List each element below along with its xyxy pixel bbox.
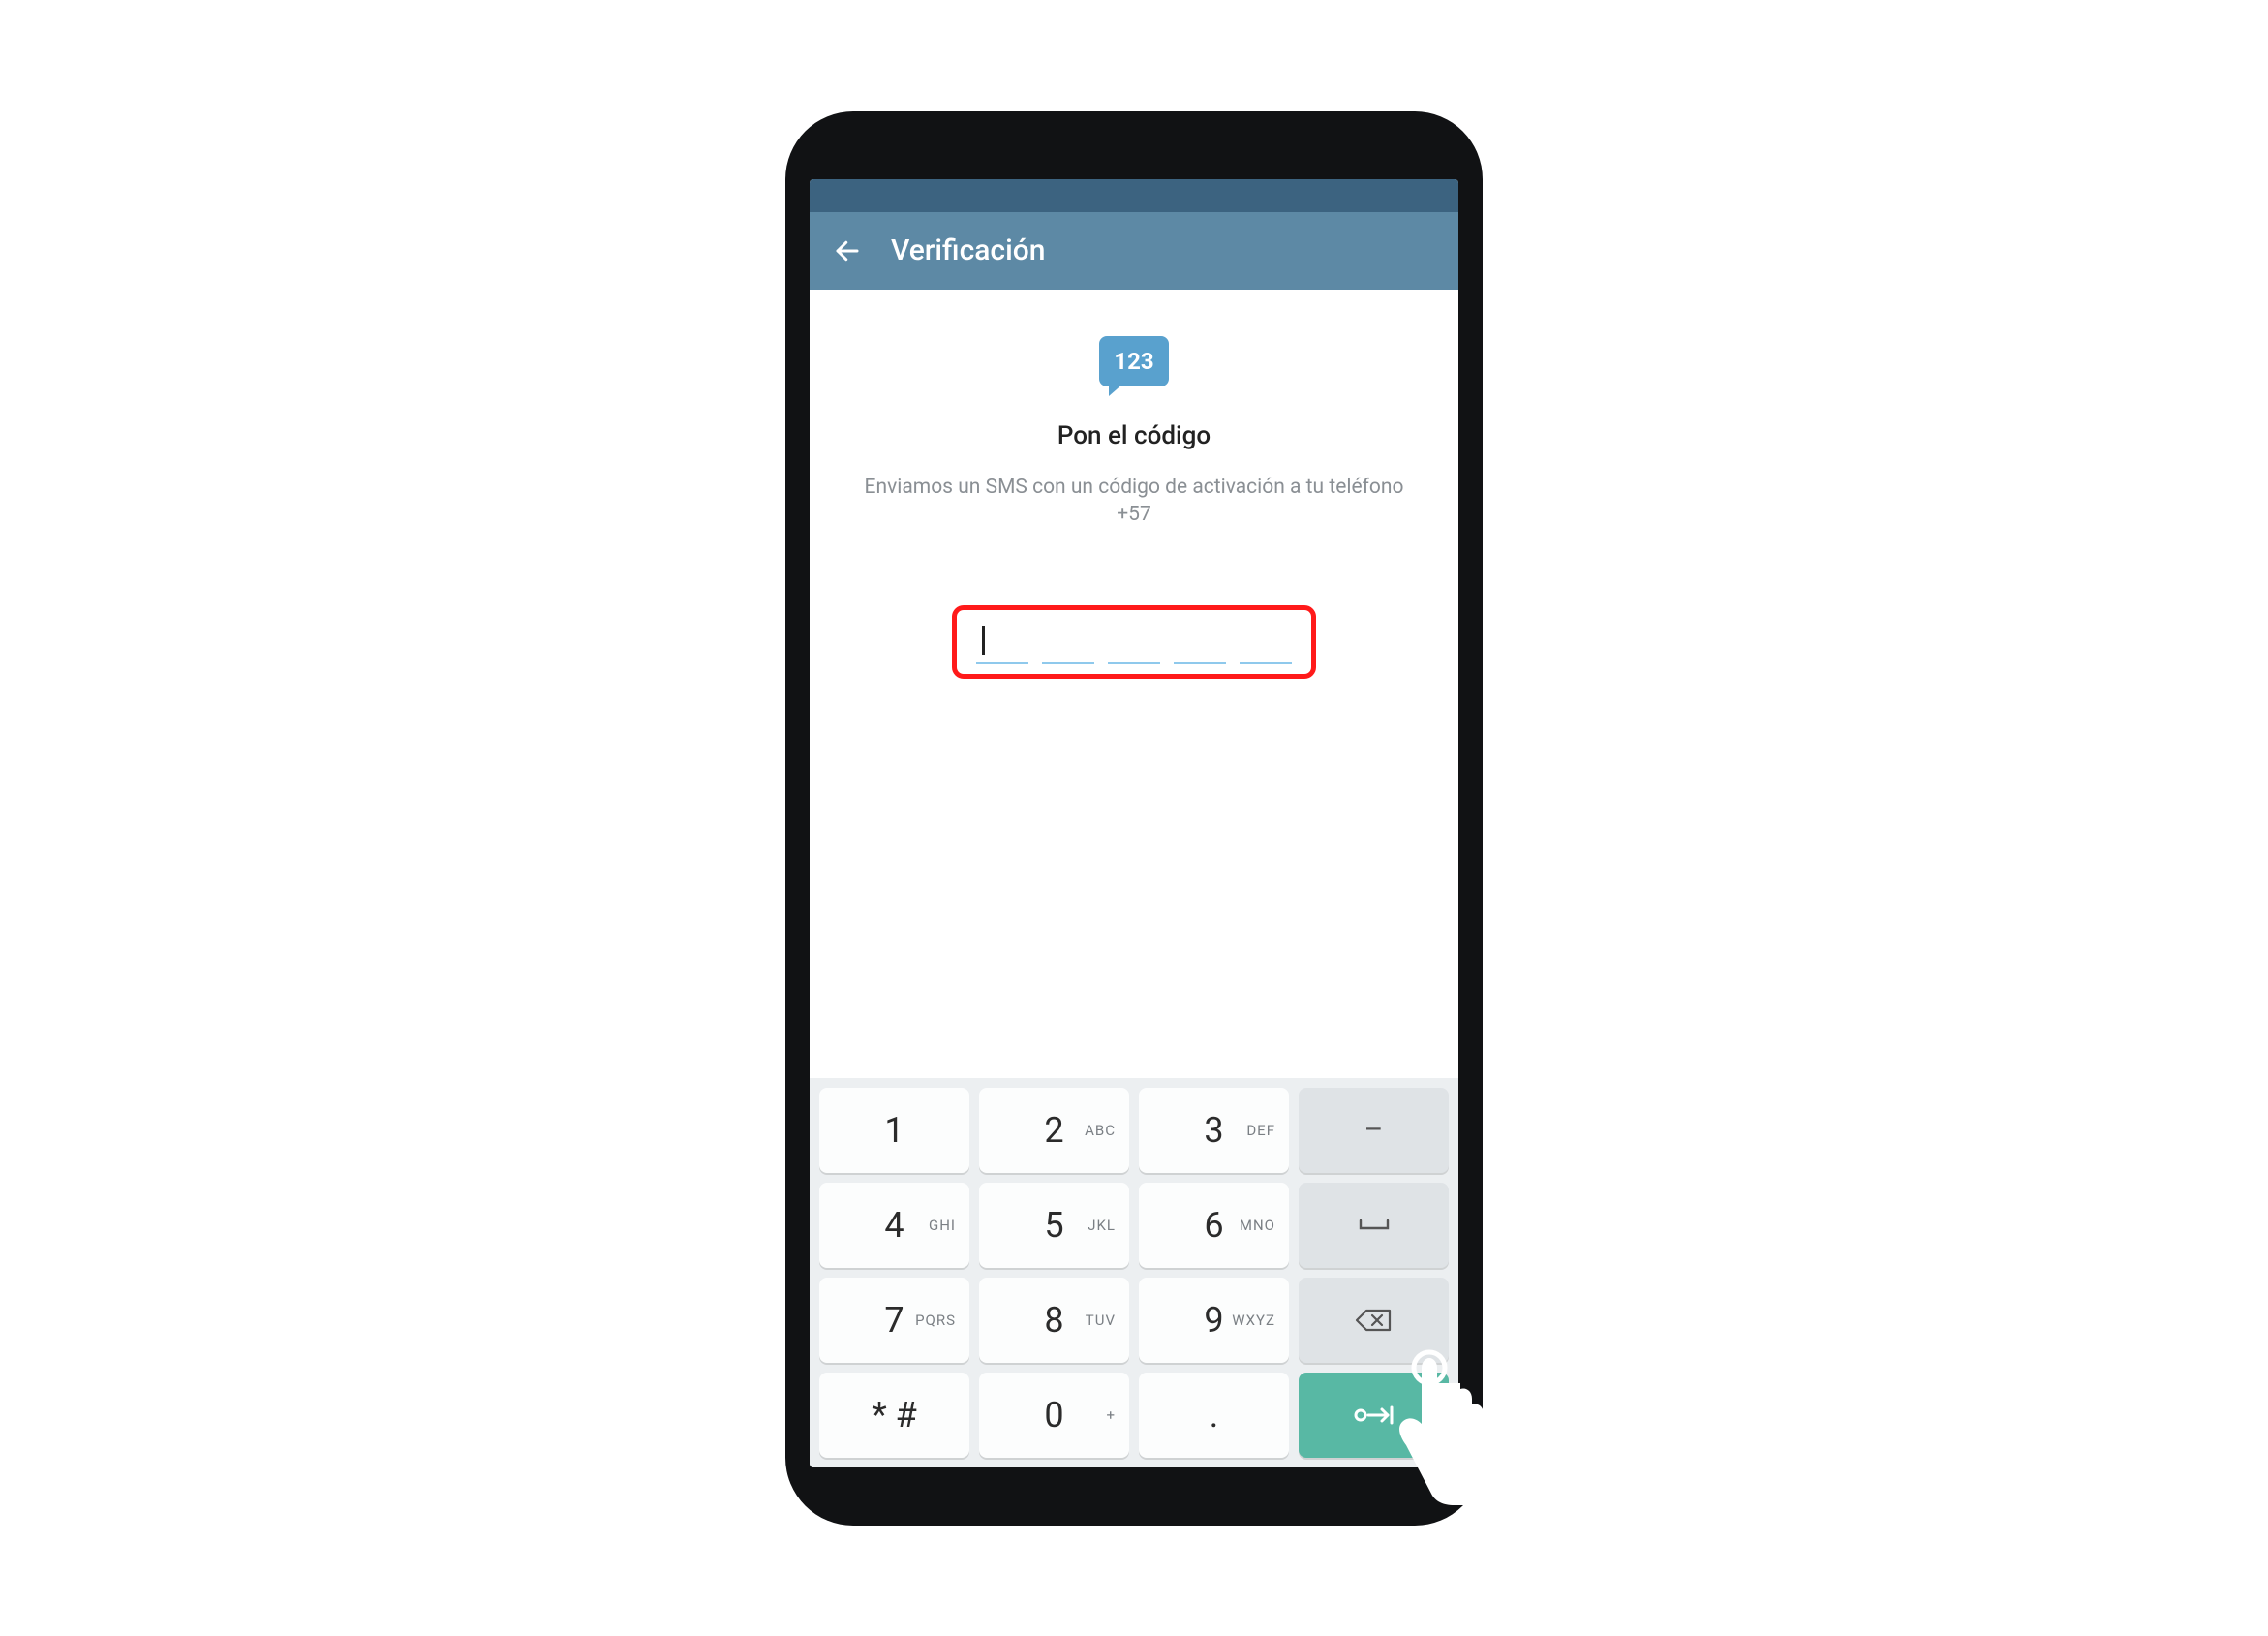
key-sub-label: WXYZ xyxy=(1232,1312,1275,1329)
app-bar-title: Verificación xyxy=(891,233,1045,267)
key-sub-label: ABC xyxy=(1085,1122,1116,1139)
code-input-highlight[interactable] xyxy=(952,605,1316,679)
key-sub-label: JKL xyxy=(1088,1217,1116,1234)
code-slot[interactable] xyxy=(976,624,1028,664)
key-[interactable]: – xyxy=(1299,1088,1449,1173)
key-sub-label: TUV xyxy=(1086,1312,1116,1329)
key-sub-label: PQRS xyxy=(915,1312,956,1329)
key-sub-label: GHI xyxy=(929,1217,956,1234)
screen: Verificación 123 Pon el código Enviamos … xyxy=(810,179,1458,1467)
app-bar: Verificación xyxy=(810,212,1458,290)
key-9[interactable]: 9WXYZ xyxy=(1139,1278,1289,1363)
phone-frame: Verificación 123 Pon el código Enviamos … xyxy=(785,111,1483,1526)
numeric-keyboard: 12ABC3DEF– 4GHI5JKL6MNO 7PQRS8TUV9WXYZ * #0… xyxy=(810,1078,1458,1467)
key-space[interactable] xyxy=(1299,1183,1449,1268)
key-7[interactable]: 7PQRS xyxy=(819,1278,969,1363)
key-backspace[interactable] xyxy=(1299,1278,1449,1363)
content-area: 123 Pon el código Enviamos un SMS con un… xyxy=(810,290,1458,1078)
key-[interactable]: * # xyxy=(819,1373,969,1458)
key-5[interactable]: 5JKL xyxy=(979,1183,1129,1268)
code-slot[interactable] xyxy=(1174,624,1226,664)
key-1[interactable]: 1 xyxy=(819,1088,969,1173)
key-enter[interactable] xyxy=(1299,1373,1449,1458)
code-slot[interactable] xyxy=(1240,624,1292,664)
sms-code-icon: 123 xyxy=(1099,336,1169,394)
status-bar xyxy=(810,179,1458,212)
key-0[interactable]: 0+ xyxy=(979,1373,1129,1458)
page-heading: Pon el código xyxy=(1057,421,1211,450)
key-4[interactable]: 4GHI xyxy=(819,1183,969,1268)
key-8[interactable]: 8TUV xyxy=(979,1278,1129,1363)
key-sub-label: DEF xyxy=(1246,1122,1275,1139)
key-2[interactable]: 2ABC xyxy=(979,1088,1129,1173)
key-[interactable]: . xyxy=(1139,1373,1289,1458)
key-3[interactable]: 3DEF xyxy=(1139,1088,1289,1173)
key-sub-label: + xyxy=(1106,1406,1116,1424)
key-6[interactable]: 6MNO xyxy=(1139,1183,1289,1268)
code-slot[interactable] xyxy=(1042,624,1094,664)
page-subtext: Enviamos un SMS con un código de activac… xyxy=(863,474,1405,529)
code-slot[interactable] xyxy=(1108,624,1160,664)
back-arrow-icon[interactable] xyxy=(833,236,862,265)
sms-icon-text: 123 xyxy=(1114,348,1153,375)
key-sub-label: MNO xyxy=(1240,1217,1275,1234)
text-cursor xyxy=(982,626,985,655)
